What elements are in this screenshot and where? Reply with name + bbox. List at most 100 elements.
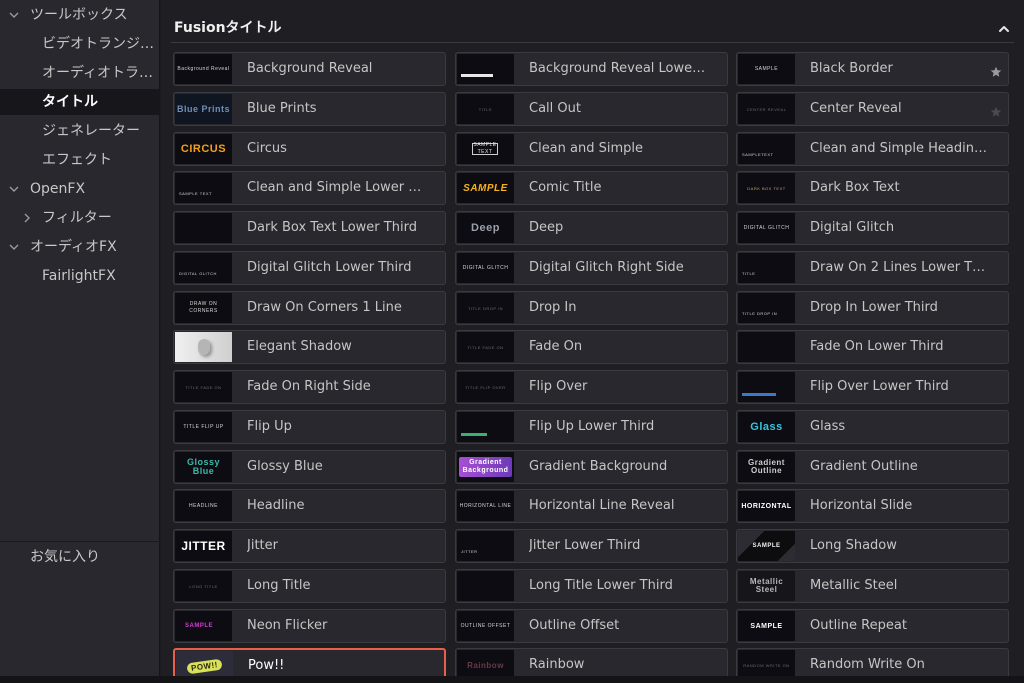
- title-card-label: Blue Prints: [247, 101, 317, 116]
- title-card[interactable]: SAMPLE Comic Title: [455, 171, 728, 205]
- thumbnail-text: Glossy Blue: [186, 457, 220, 476]
- thumbnail-text: TITLE DROP IN: [742, 311, 778, 316]
- title-card[interactable]: Flip Over Lower Third: [736, 370, 1009, 404]
- title-card[interactable]: Background Reveal Background Reveal: [173, 52, 446, 86]
- thumbnail-text: LONG TITLE: [189, 583, 218, 589]
- thumbnail-text: DRAW ON CORNERS: [189, 301, 218, 314]
- title-thumbnail: Background Reveal: [175, 54, 232, 84]
- title-card[interactable]: HORIZONTAL LINE Horizontal Line Reveal: [455, 489, 728, 523]
- header-divider: [171, 42, 1014, 43]
- title-thumbnail: HORIZONTAL LINE: [457, 491, 514, 521]
- title-card[interactable]: Fade On Lower Third: [736, 330, 1009, 364]
- title-card[interactable]: Glossy Blue Glossy Blue: [173, 450, 446, 484]
- title-card[interactable]: DIGITAL GLITCH Digital Glitch: [736, 211, 1009, 245]
- sidebar-item[interactable]: オーディオトランジション: [0, 60, 160, 86]
- sidebar-item[interactable]: オーディオFX: [0, 234, 160, 260]
- title-thumbnail: CIRCUS: [175, 134, 232, 164]
- chevron-down-icon[interactable]: [9, 10, 19, 20]
- title-thumbnail: DIGITAL GLITCH: [457, 253, 514, 283]
- title-card[interactable]: Glass Glass: [736, 410, 1009, 444]
- title-card[interactable]: HEADLINE Headline: [173, 489, 446, 523]
- favorites-label[interactable]: お気に入り: [30, 546, 100, 568]
- title-card[interactable]: TITLE FADE ON Fade On Right Side: [173, 370, 446, 404]
- title-card[interactable]: SAMPLE TEXT Clean and Simple Lower Third: [173, 171, 446, 205]
- sidebar: お気に入り ツールボックスビデオトランジションオーディオトランジションタイトルジ…: [0, 0, 160, 683]
- sidebar-item[interactable]: タイトル: [0, 89, 160, 115]
- title-card[interactable]: SAMPLETEXT Clean and Simple Heading Lo...: [736, 132, 1009, 166]
- title-card[interactable]: LONG TITLE Long Title: [173, 569, 446, 603]
- title-card[interactable]: TITLE FLIP UP Flip Up: [173, 410, 446, 444]
- title-card[interactable]: SAMPLE TEXT Clean and Simple: [455, 132, 728, 166]
- title-card-label: Clean and Simple: [529, 141, 644, 156]
- title-card[interactable]: Blue Prints Blue Prints: [173, 92, 446, 126]
- star-icon[interactable]: [990, 103, 1002, 117]
- title-card[interactable]: DRAW ON CORNERS Draw On Corners 1 Line: [173, 291, 446, 325]
- chevron-right-icon[interactable]: [22, 213, 32, 223]
- title-card[interactable]: Gradient Outline Gradient Outline: [736, 450, 1009, 484]
- title-card[interactable]: CENTER REVEAL Center Reveal: [736, 92, 1009, 126]
- title-card[interactable]: TITLE FLIP OVER Flip Over: [455, 370, 728, 404]
- thumbnail-text: [175, 332, 232, 362]
- title-card[interactable]: SAMPLE Long Shadow: [736, 529, 1009, 563]
- title-card[interactable]: Deep Deep: [455, 211, 728, 245]
- title-card-label: Fade On Lower Third: [810, 339, 944, 354]
- sidebar-item[interactable]: ジェネレーター: [0, 118, 160, 144]
- chevron-down-icon[interactable]: [9, 184, 19, 194]
- title-card-label: Dark Box Text: [810, 180, 900, 195]
- sidebar-item-label: FairlightFX: [42, 268, 116, 284]
- thumbnail-text: CIRCUS: [180, 142, 227, 155]
- chevron-up-icon[interactable]: [997, 21, 1011, 35]
- sidebar-item[interactable]: ビデオトランジション: [0, 31, 160, 57]
- thumbnail-text: TITLE: [742, 271, 756, 276]
- title-card-label: Flip Up: [247, 419, 292, 434]
- title-card[interactable]: CIRCUS Circus: [173, 132, 446, 166]
- title-card[interactable]: OUTLINE OFFSET Outline Offset: [455, 609, 728, 643]
- title-card[interactable]: TITLE Call Out: [455, 92, 728, 126]
- title-card-label: Horizontal Line Reveal: [529, 498, 675, 513]
- sidebar-item[interactable]: OpenFX: [0, 176, 160, 202]
- title-card[interactable]: TITLE DROP IN Drop In Lower Third: [736, 291, 1009, 325]
- title-thumbnail: [457, 412, 514, 442]
- title-card[interactable]: JITTER Jitter Lower Third: [455, 529, 728, 563]
- star-icon[interactable]: [990, 63, 1002, 77]
- title-card[interactable]: TITLE DROP IN Drop In: [455, 291, 728, 325]
- title-card[interactable]: Dark Box Text Lower Third: [173, 211, 446, 245]
- title-card[interactable]: TITLE Draw On 2 Lines Lower Third: [736, 251, 1009, 285]
- title-card[interactable]: DARK BOX TEXT Dark Box Text: [736, 171, 1009, 205]
- title-card[interactable]: SAMPLE Outline Repeat: [736, 609, 1009, 643]
- title-card[interactable]: DIGITAL GLITCH Digital Glitch Right Side: [455, 251, 728, 285]
- sidebar-item[interactable]: フィルター: [0, 205, 160, 231]
- thumbnail-text: DIGITAL GLITCH: [179, 271, 217, 276]
- title-thumbnail: DARK BOX TEXT: [738, 173, 795, 203]
- thumbnail-text: TITLE DROP IN: [467, 305, 504, 311]
- title-card[interactable]: Flip Up Lower Third: [455, 410, 728, 444]
- title-card-label: Gradient Background: [529, 459, 668, 474]
- title-card[interactable]: DIGITAL GLITCH Digital Glitch Lower Third: [173, 251, 446, 285]
- elegant-shape: [197, 339, 210, 355]
- title-card-label: Outline Offset: [529, 618, 620, 633]
- title-card[interactable]: Elegant Shadow: [173, 330, 446, 364]
- title-thumbnail: SAMPLE TEXT: [457, 134, 514, 164]
- title-card[interactable]: SAMPLE Neon Flicker: [173, 609, 446, 643]
- title-thumbnail: [175, 213, 232, 243]
- title-card[interactable]: SAMPLE Black Border: [736, 52, 1009, 86]
- title-card[interactable]: Gradient Background Gradient Background: [455, 450, 728, 484]
- title-card[interactable]: Metallic Steel Metallic Steel: [736, 569, 1009, 603]
- sidebar-item[interactable]: FairlightFX: [0, 263, 160, 289]
- title-card[interactable]: HORIZONTAL Horizontal Slide: [736, 489, 1009, 523]
- sidebar-item[interactable]: ツールボックス: [0, 2, 160, 28]
- title-thumbnail: [457, 571, 514, 601]
- sidebar-item[interactable]: エフェクト: [0, 147, 160, 173]
- title-card-label: Long Title: [247, 578, 311, 593]
- title-card[interactable]: TITLE FADE ON Fade On: [455, 330, 728, 364]
- chevron-down-icon[interactable]: [9, 242, 19, 252]
- sidebar-item-label: ツールボックス: [30, 7, 128, 23]
- title-card[interactable]: Background Reveal Lower Third: [455, 52, 728, 86]
- title-card[interactable]: JITTER Jitter: [173, 529, 446, 563]
- title-card[interactable]: Long Title Lower Third: [455, 569, 728, 603]
- title-thumbnail: TITLE: [738, 253, 795, 283]
- thumbnail-text: OUTLINE OFFSET: [460, 622, 511, 629]
- thumbnail-text: TITLE FADE ON: [185, 384, 222, 390]
- sidebar-item-label: ジェネレーター: [42, 123, 140, 139]
- bottom-scrollbar[interactable]: [0, 676, 1024, 683]
